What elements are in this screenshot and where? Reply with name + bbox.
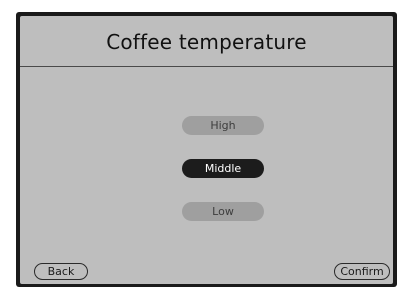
page-title: Coffee temperature	[106, 30, 307, 54]
option-low-button[interactable]: Low	[182, 202, 264, 221]
header-divider	[20, 66, 393, 67]
option-middle-button[interactable]: Middle	[182, 159, 264, 178]
device-frame: Coffee temperature High Middle Low Back …	[16, 12, 397, 287]
screen: Coffee temperature High Middle Low Back …	[20, 16, 393, 284]
option-high-button[interactable]: High	[182, 116, 264, 135]
confirm-button[interactable]: Confirm	[334, 263, 390, 280]
back-button[interactable]: Back	[34, 263, 88, 280]
